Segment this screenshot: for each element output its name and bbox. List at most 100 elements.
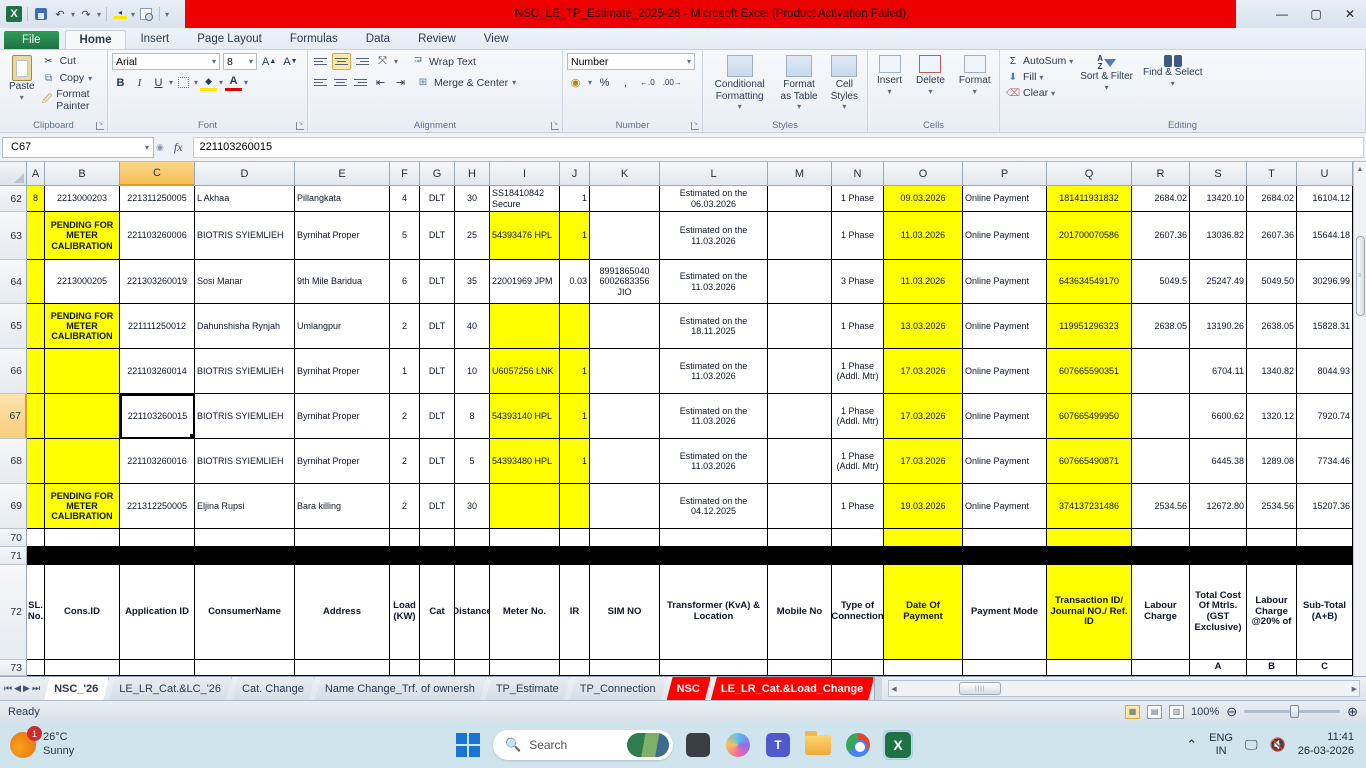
cell-F68[interactable]: 2 <box>390 439 420 484</box>
file-tab[interactable]: File <box>4 31 59 49</box>
cell-L67[interactable]: Estimated on the 11.03.2026 <box>660 394 768 439</box>
cell-J65[interactable] <box>560 304 590 349</box>
cell-A67[interactable] <box>27 394 45 439</box>
underline-button[interactable]: U <box>150 74 167 91</box>
cell-M62[interactable] <box>768 186 832 212</box>
cell-D64[interactable]: Sosi Manar <box>195 260 295 304</box>
cell-R65[interactable]: 2638.05 <box>1132 304 1190 349</box>
cell-L62[interactable]: Estimated on the 06.03.2026 <box>660 186 768 212</box>
normal-view-icon[interactable]: ▦ <box>1125 705 1140 719</box>
cell-R70[interactable] <box>1132 529 1190 547</box>
cell-G66[interactable]: DLT <box>420 349 455 394</box>
column-header-A[interactable]: A <box>27 162 45 186</box>
cell-T73[interactable]: B <box>1247 660 1297 676</box>
row-header-72[interactable]: 72 <box>0 565 27 660</box>
cell-C63[interactable]: 221103260006 <box>120 212 195 260</box>
cell-M69[interactable] <box>768 484 832 529</box>
cell-M64[interactable] <box>768 260 832 304</box>
insert-cells-button[interactable]: Insert▾ <box>872 53 907 118</box>
ribbon-tab-page-layout[interactable]: Page Layout <box>183 30 276 49</box>
zoom-slider[interactable] <box>1244 710 1340 713</box>
cell-F69[interactable]: 2 <box>390 484 420 529</box>
cell-H65[interactable]: 40 <box>455 304 490 349</box>
bold-button[interactable]: B <box>112 74 129 91</box>
cell-R68[interactable] <box>1132 439 1190 484</box>
row-header-68[interactable]: 68 <box>0 439 27 484</box>
align-middle-icon[interactable] <box>332 53 351 70</box>
cell-I67[interactable]: 54393140 HPL <box>490 394 560 439</box>
cell-K64[interactable]: 8991865040 6002683356 JIO <box>590 260 660 304</box>
cell-D70[interactable] <box>195 529 295 547</box>
cell-O63[interactable]: 11.03.2026 <box>884 212 963 260</box>
cell-E63[interactable]: Byrnihat Proper <box>295 212 390 260</box>
cell-B71[interactable] <box>45 547 120 565</box>
row-header-70[interactable]: 70 <box>0 529 27 547</box>
redo-dropdown-icon[interactable]: ▾ <box>97 10 101 19</box>
cell-I64[interactable]: 22001969 JPM <box>490 260 560 304</box>
font-color-dropdown-icon[interactable]: ▾ <box>244 78 248 87</box>
cell-L68[interactable]: Estimated on the 11.03.2026 <box>660 439 768 484</box>
wrap-text-button[interactable]: ⮒Wrap Text <box>409 54 478 70</box>
scroll-right-icon[interactable]: ▶ <box>1350 681 1359 696</box>
cell-A69[interactable] <box>27 484 45 529</box>
cell-F66[interactable]: 1 <box>390 349 420 394</box>
redo-icon[interactable]: ↷ <box>78 6 94 22</box>
cell-R72[interactable]: Labour Charge <box>1132 565 1190 660</box>
cell-D69[interactable]: Eljina Rupsi <box>195 484 295 529</box>
cell-I62[interactable]: SS18410842 Secure <box>490 186 560 212</box>
cell-Q73[interactable] <box>1047 660 1132 676</box>
cell-K66[interactable] <box>590 349 660 394</box>
scroll-up-icon[interactable]: ▲ <box>1357 162 1364 176</box>
sheet-nav-icon-2[interactable]: ▶ <box>23 683 30 694</box>
vertical-scrollbar[interactable]: ▲ ≡ <box>1353 162 1366 676</box>
cell-Q70[interactable] <box>1047 529 1132 547</box>
cell-R62[interactable]: 2684.02 <box>1132 186 1190 212</box>
cell-G69[interactable]: DLT <box>420 484 455 529</box>
cell-F64[interactable]: 6 <box>390 260 420 304</box>
cell-E70[interactable] <box>295 529 390 547</box>
cell-M67[interactable] <box>768 394 832 439</box>
cell-L72[interactable]: Transformer (KvA) & Location <box>660 565 768 660</box>
cell-N69[interactable]: 1 Phase <box>832 484 884 529</box>
cell-S62[interactable]: 13420.10 <box>1190 186 1247 212</box>
cell-N73[interactable] <box>832 660 884 676</box>
cell-D73[interactable] <box>195 660 295 676</box>
column-header-L[interactable]: L <box>660 162 768 186</box>
cell-I70[interactable] <box>490 529 560 547</box>
column-header-U[interactable]: U <box>1297 162 1353 186</box>
cell-L63[interactable]: Estimated on the 11.03.2026 <box>660 212 768 260</box>
row-header-64[interactable]: 64 <box>0 260 27 304</box>
cell-K72[interactable]: SIM NO <box>590 565 660 660</box>
cell-O69[interactable]: 19.03.2026 <box>884 484 963 529</box>
cell-L66[interactable]: Estimated on the 11.03.2026 <box>660 349 768 394</box>
cell-S69[interactable]: 12672.80 <box>1190 484 1247 529</box>
row-header-73[interactable]: 73 <box>0 660 27 676</box>
cell-C72[interactable]: Application ID <box>120 565 195 660</box>
row-header-65[interactable]: 65 <box>0 304 27 349</box>
format-as-table-button[interactable]: Format as Table▾ <box>774 53 823 118</box>
cell-U72[interactable]: Sub-Total (A+B) <box>1297 565 1353 660</box>
cell-G62[interactable]: DLT <box>420 186 455 212</box>
cell-O71[interactable] <box>884 547 963 565</box>
cell-H64[interactable]: 35 <box>455 260 490 304</box>
cell-N68[interactable]: 1 Phase (Addl. Mtr) <box>832 439 884 484</box>
cell-E68[interactable]: Byrnihat Proper <box>295 439 390 484</box>
cell-P68[interactable]: Online Payment <box>963 439 1047 484</box>
font-size-select[interactable]: 8▾ <box>223 53 257 70</box>
cell-P69[interactable]: Online Payment <box>963 484 1047 529</box>
column-header-G[interactable]: G <box>420 162 455 186</box>
cell-T64[interactable]: 5049.50 <box>1247 260 1297 304</box>
cell-U68[interactable]: 7734.46 <box>1297 439 1353 484</box>
cell-C62[interactable]: 221311250005 <box>120 186 195 212</box>
accounting-format-icon[interactable]: ◉ <box>567 74 584 91</box>
cell-C64[interactable]: 221303260019 <box>120 260 195 304</box>
cell-M66[interactable] <box>768 349 832 394</box>
column-header-R[interactable]: R <box>1132 162 1190 186</box>
cell-H67[interactable]: 8 <box>455 394 490 439</box>
cell-E72[interactable]: Address <box>295 565 390 660</box>
cell-K73[interactable] <box>590 660 660 676</box>
cell-P71[interactable] <box>963 547 1047 565</box>
horizontal-scroll-thumb[interactable]: |||| <box>959 682 1001 695</box>
cell-C66[interactable]: 221103260014 <box>120 349 195 394</box>
cell-F70[interactable] <box>390 529 420 547</box>
